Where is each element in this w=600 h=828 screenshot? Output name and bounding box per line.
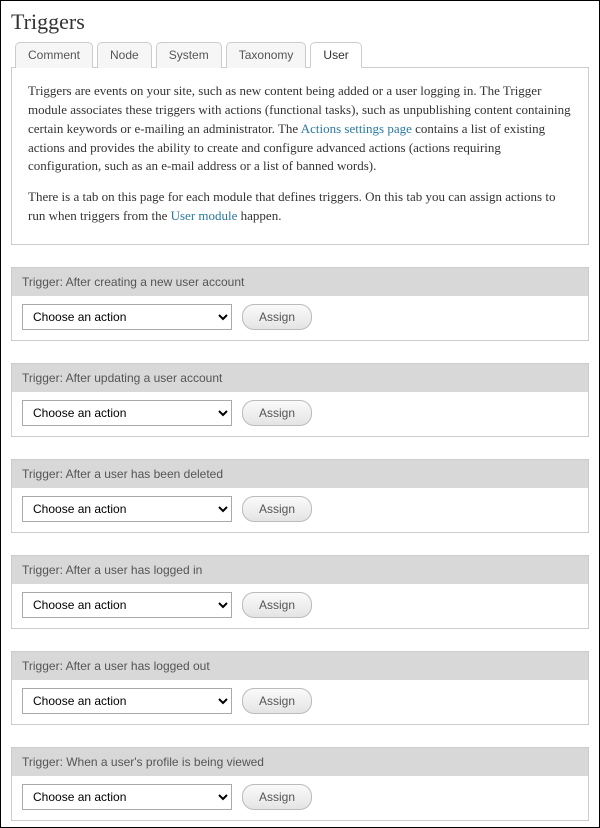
trigger-block: Trigger: After updating a user accountCh… [11, 363, 589, 437]
tab-user[interactable]: User [310, 42, 361, 68]
user-module-link[interactable]: User module [171, 208, 238, 223]
trigger-title: Trigger: After a user has been deleted [12, 460, 588, 488]
trigger-title: Trigger: When a user's profile is being … [12, 748, 588, 776]
tabs-nav: CommentNodeSystemTaxonomyUser [11, 41, 589, 68]
trigger-body: Choose an action Assign [12, 488, 588, 532]
assign-button[interactable]: Assign [242, 496, 312, 522]
assign-button[interactable]: Assign [242, 592, 312, 618]
actions-settings-link[interactable]: Actions settings page [301, 121, 412, 136]
action-select[interactable]: Choose an action [22, 304, 232, 330]
trigger-title: Trigger: After a user has logged out [12, 652, 588, 680]
trigger-title: Trigger: After creating a new user accou… [12, 268, 588, 296]
help-p2-a: There is a tab on this page for each mod… [28, 189, 555, 223]
help-p2-b: happen. [237, 208, 281, 223]
assign-button[interactable]: Assign [242, 784, 312, 810]
assign-button[interactable]: Assign [242, 304, 312, 330]
trigger-block: Trigger: When a user's profile is being … [11, 747, 589, 821]
trigger-body: Choose an action Assign [12, 392, 588, 436]
trigger-title: Trigger: After a user has logged in [12, 556, 588, 584]
tab-comment[interactable]: Comment [15, 42, 93, 68]
trigger-body: Choose an action Assign [12, 680, 588, 724]
trigger-body: Choose an action Assign [12, 296, 588, 340]
trigger-body: Choose an action Assign [12, 584, 588, 628]
trigger-block: Trigger: After creating a new user accou… [11, 267, 589, 341]
help-text: Triggers are events on your site, such a… [11, 68, 589, 245]
trigger-block: Trigger: After a user has logged outChoo… [11, 651, 589, 725]
action-select[interactable]: Choose an action [22, 400, 232, 426]
action-select[interactable]: Choose an action [22, 688, 232, 714]
assign-button[interactable]: Assign [242, 400, 312, 426]
trigger-block: Trigger: After a user has logged inChoos… [11, 555, 589, 629]
action-select[interactable]: Choose an action [22, 496, 232, 522]
tab-node[interactable]: Node [97, 42, 152, 68]
trigger-body: Choose an action Assign [12, 776, 588, 820]
tab-system[interactable]: System [156, 42, 222, 68]
trigger-block: Trigger: After a user has been deletedCh… [11, 459, 589, 533]
assign-button[interactable]: Assign [242, 688, 312, 714]
tab-taxonomy[interactable]: Taxonomy [226, 42, 307, 68]
page-title: Triggers [11, 9, 589, 35]
trigger-title: Trigger: After updating a user account [12, 364, 588, 392]
action-select[interactable]: Choose an action [22, 592, 232, 618]
action-select[interactable]: Choose an action [22, 784, 232, 810]
